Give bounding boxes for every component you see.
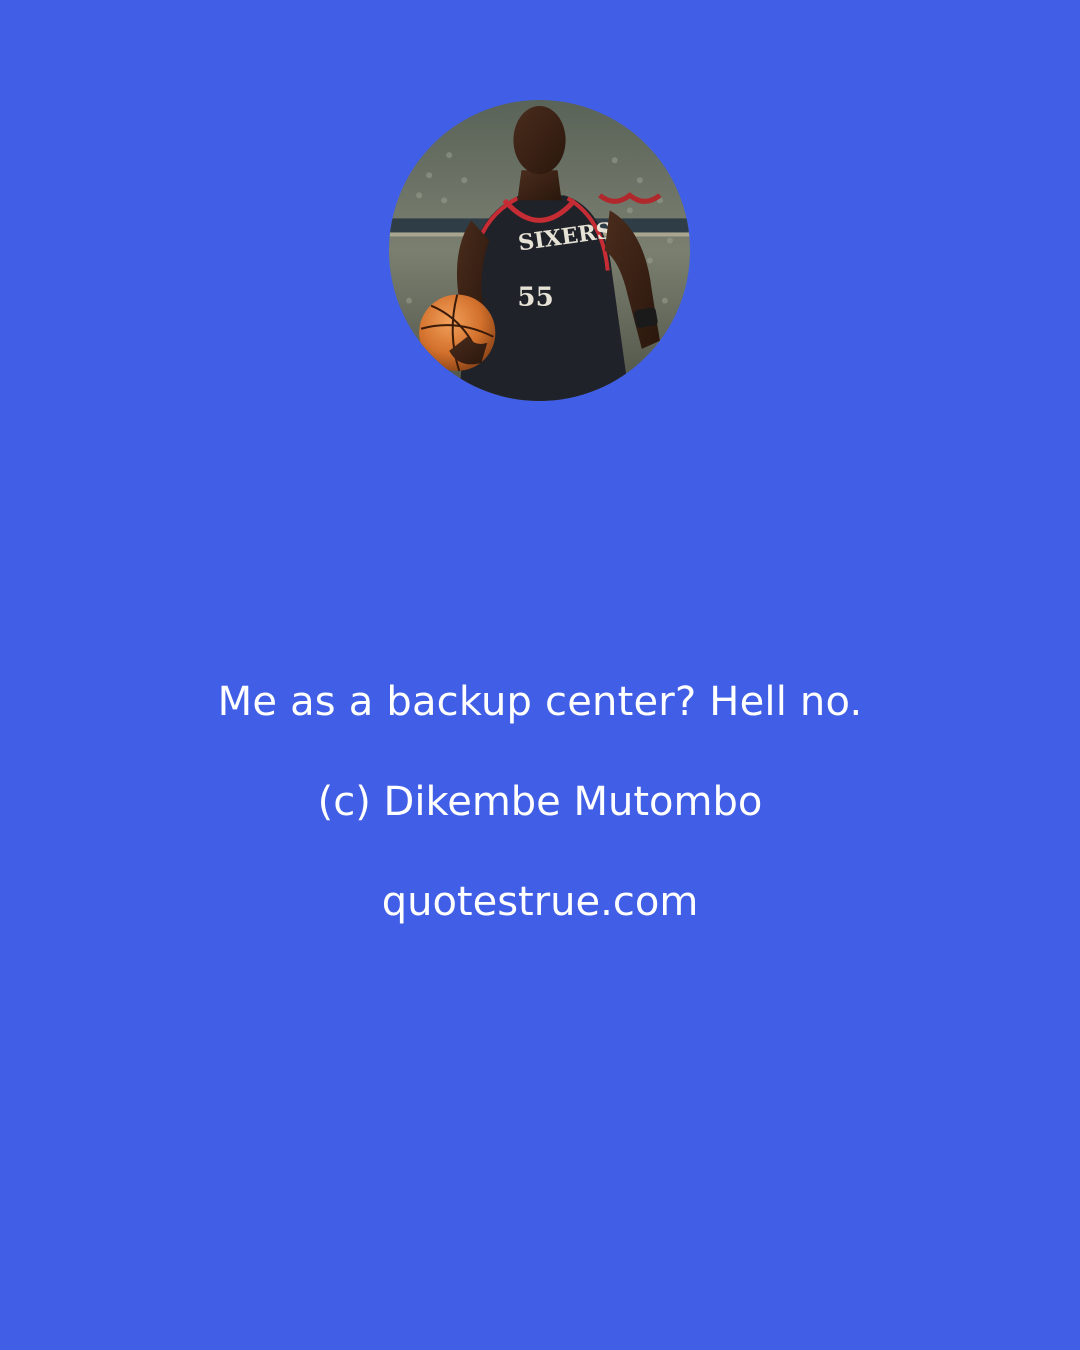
player-photo-illustration: SIXERS 55 xyxy=(389,100,690,401)
quote-text: Me as a backup center? Hell no. xyxy=(217,679,863,725)
quote-author: (c) Dikembe Mutombo xyxy=(317,779,763,825)
jersey-number: 55 xyxy=(517,283,553,313)
head xyxy=(513,106,566,175)
player-portrait: SIXERS 55 xyxy=(389,100,690,401)
source-site: quotestrue.com xyxy=(381,879,699,925)
